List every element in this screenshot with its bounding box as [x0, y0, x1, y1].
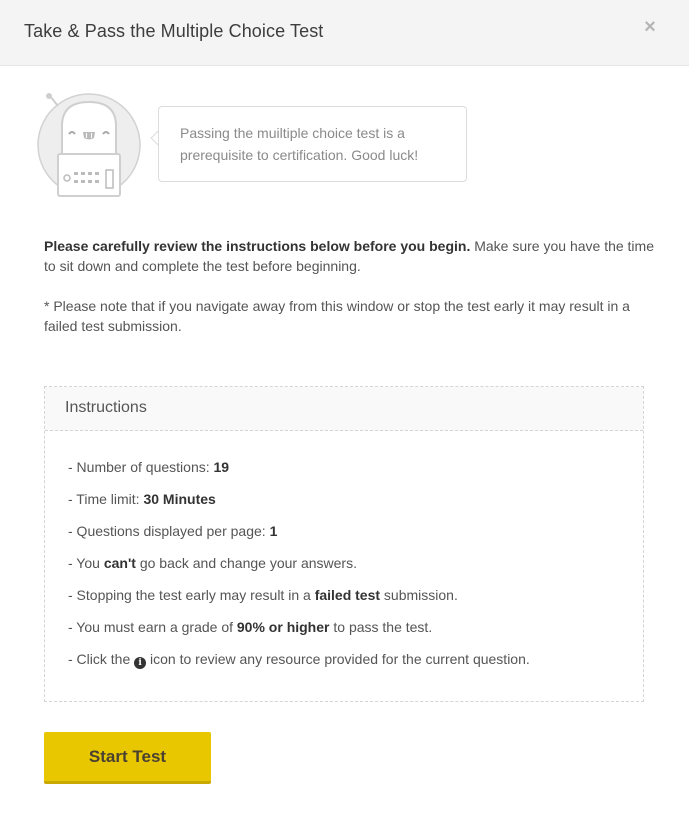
instruction-value: 90% or higher	[236, 619, 330, 635]
modal-title: Take & Pass the Multiple Choice Test	[24, 21, 324, 41]
instructions-list: - Number of questions: 19 - Time limit: …	[68, 457, 530, 681]
instruction-text: - Time limit:	[68, 491, 144, 507]
speech-bubble: Passing the muiltiple choice test is a p…	[158, 106, 467, 182]
instruction-text: - Number of questions:	[68, 459, 214, 475]
instruction-item: - Click the i icon to review any resourc…	[68, 649, 530, 681]
instruction-text: icon to review any resource provided for…	[146, 651, 530, 667]
instruction-text: to pass the test.	[329, 619, 433, 635]
instruction-item: - You must earn a grade of 90% or higher…	[68, 617, 530, 649]
instruction-value: failed test	[314, 587, 381, 603]
info-icon: i	[134, 657, 147, 669]
instruction-text: - You	[68, 555, 104, 571]
instruction-item: - Number of questions: 19	[68, 457, 530, 489]
instruction-item: - You can't go back and change your answ…	[68, 553, 530, 585]
instruction-text: - Stopping the test early may result in …	[68, 587, 315, 603]
warning-note: * Please note that if you navigate away …	[44, 298, 630, 334]
instruction-value: can't	[103, 555, 136, 571]
intro-bold-text: Please carefully review the instructions…	[44, 238, 471, 254]
start-test-button[interactable]: Start Test	[44, 732, 211, 784]
close-button[interactable]: ×	[641, 16, 659, 38]
instruction-text: - Questions displayed per page:	[68, 523, 270, 539]
instruction-text: submission.	[380, 587, 458, 603]
instruction-value: 30 Minutes	[143, 491, 216, 507]
instruction-text: - Click the	[68, 651, 135, 667]
instruction-text: - You must earn a grade of	[68, 619, 237, 635]
instruction-text: go back and change your answers.	[135, 555, 357, 571]
instruction-value: 19	[213, 459, 230, 475]
instruction-item: - Stopping the test early may result in …	[68, 585, 530, 617]
modal-header: Take & Pass the Multiple Choice Test ×	[0, 0, 689, 66]
speech-bubble-text: Passing the muiltiple choice test is a p…	[180, 125, 419, 163]
instructions-title: Instructions	[65, 399, 147, 416]
instruction-item: - Questions displayed per page: 1	[68, 521, 530, 553]
intro-text: Please carefully review the instructions…	[44, 236, 654, 276]
instructions-panel-header: Instructions	[45, 387, 643, 431]
robot-mascot-icon	[37, 93, 141, 197]
instruction-item: - Time limit: 30 Minutes	[68, 489, 530, 521]
instruction-value: 1	[269, 523, 278, 539]
instructions-panel: Instructions - Number of questions: 19 -…	[44, 386, 644, 702]
